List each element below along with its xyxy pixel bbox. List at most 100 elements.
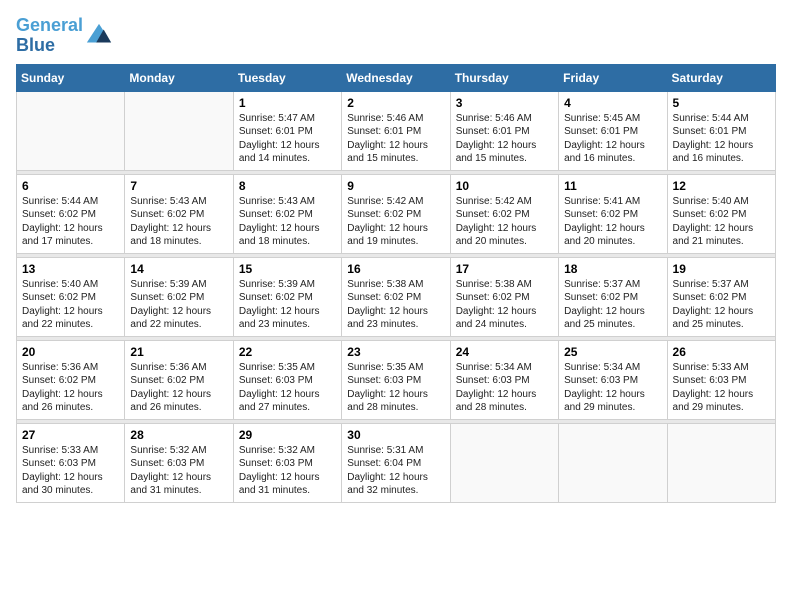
day-number: 17	[456, 262, 553, 276]
calendar-week-row: 20 Sunrise: 5:36 AM Sunset: 6:02 PM Dayli…	[17, 340, 776, 419]
calendar-header-row: SundayMondayTuesdayWednesdayThursdayFrid…	[17, 64, 776, 91]
day-number: 19	[673, 262, 770, 276]
calendar-cell: 22Sunrise: 5:35 AM Sunset: 6:03 PM Dayli…	[233, 340, 341, 419]
day-number: 9	[347, 179, 444, 193]
calendar-cell: 20 Sunrise: 5:36 AM Sunset: 6:02 PM Dayli…	[17, 340, 125, 419]
calendar-cell: 19 Sunrise: 5:37 AM Sunset: 6:02 PM Dayli…	[667, 257, 775, 336]
calendar-cell: 14 Sunrise: 5:39 AM Sunset: 6:02 PM Dayli…	[125, 257, 233, 336]
calendar-cell: 9 Sunrise: 5:42 AM Sunset: 6:02 PM Daylig…	[342, 174, 450, 253]
weekday-header-tuesday: Tuesday	[233, 64, 341, 91]
day-info: Sunrise: 5:33 AM Sunset: 6:03 PM Dayligh…	[673, 361, 770, 415]
weekday-header-saturday: Saturday	[667, 64, 775, 91]
calendar-cell: 30 Sunrise: 5:31 AM Sunset: 6:04 PM Dayli…	[342, 423, 450, 502]
day-number: 20	[22, 345, 119, 359]
logo: GeneralBlue	[16, 16, 113, 56]
day-number: 7	[130, 179, 227, 193]
day-number: 24	[456, 345, 553, 359]
calendar-cell: 24 Sunrise: 5:34 AM Sunset: 6:03 PM Dayli…	[450, 340, 558, 419]
day-number: 28	[130, 428, 227, 442]
day-number: 11	[564, 179, 661, 193]
calendar-cell: 13 Sunrise: 5:40 AM Sunset: 6:02 PM Dayli…	[17, 257, 125, 336]
day-number: 26	[673, 345, 770, 359]
day-info: Sunrise: 5:42 AM Sunset: 6:02 PM Dayligh…	[347, 195, 444, 249]
calendar-week-row: 27Sunrise: 5:33 AM Sunset: 6:03 PM Dayli…	[17, 423, 776, 502]
calendar-cell: 7 Sunrise: 5:43 AM Sunset: 6:02 PM Daylig…	[125, 174, 233, 253]
logo-icon	[85, 22, 113, 50]
calendar-table: SundayMondayTuesdayWednesdayThursdayFrid…	[16, 64, 776, 503]
calendar-cell	[667, 423, 775, 502]
day-number: 4	[564, 96, 661, 110]
day-info: Sunrise: 5:45 AM Sunset: 6:01 PM Dayligh…	[564, 112, 661, 166]
day-number: 5	[673, 96, 770, 110]
calendar-cell: 2 Sunrise: 5:46 AM Sunset: 6:01 PM Daylig…	[342, 91, 450, 170]
calendar-cell: 11 Sunrise: 5:41 AM Sunset: 6:02 PM Dayli…	[559, 174, 667, 253]
calendar-week-row: 1 Sunrise: 5:47 AM Sunset: 6:01 PM Daylig…	[17, 91, 776, 170]
day-number: 29	[239, 428, 336, 442]
day-info: Sunrise: 5:35 AM Sunset: 6:03 PM Dayligh…	[347, 361, 444, 415]
day-info: Sunrise: 5:43 AM Sunset: 6:02 PM Dayligh…	[239, 195, 336, 249]
day-number: 27	[22, 428, 119, 442]
calendar-cell: 15Sunrise: 5:39 AM Sunset: 6:02 PM Dayli…	[233, 257, 341, 336]
day-info: Sunrise: 5:37 AM Sunset: 6:02 PM Dayligh…	[673, 278, 770, 332]
day-info: Sunrise: 5:44 AM Sunset: 6:01 PM Dayligh…	[673, 112, 770, 166]
day-info: Sunrise: 5:37 AM Sunset: 6:02 PM Dayligh…	[564, 278, 661, 332]
calendar-week-row: 13 Sunrise: 5:40 AM Sunset: 6:02 PM Dayli…	[17, 257, 776, 336]
day-number: 23	[347, 345, 444, 359]
day-number: 12	[673, 179, 770, 193]
day-info: Sunrise: 5:40 AM Sunset: 6:02 PM Dayligh…	[673, 195, 770, 249]
day-number: 13	[22, 262, 119, 276]
day-number: 3	[456, 96, 553, 110]
day-info: Sunrise: 5:43 AM Sunset: 6:02 PM Dayligh…	[130, 195, 227, 249]
calendar-cell: 8 Sunrise: 5:43 AM Sunset: 6:02 PM Daylig…	[233, 174, 341, 253]
day-number: 14	[130, 262, 227, 276]
calendar-cell	[559, 423, 667, 502]
calendar-cell	[17, 91, 125, 170]
calendar-cell: 3 Sunrise: 5:46 AM Sunset: 6:01 PM Daylig…	[450, 91, 558, 170]
calendar-cell	[450, 423, 558, 502]
day-info: Sunrise: 5:35 AM Sunset: 6:03 PM Dayligh…	[239, 361, 336, 415]
calendar-cell: 1 Sunrise: 5:47 AM Sunset: 6:01 PM Daylig…	[233, 91, 341, 170]
day-info: Sunrise: 5:46 AM Sunset: 6:01 PM Dayligh…	[347, 112, 444, 166]
day-info: Sunrise: 5:32 AM Sunset: 6:03 PM Dayligh…	[130, 444, 227, 498]
day-info: Sunrise: 5:46 AM Sunset: 6:01 PM Dayligh…	[456, 112, 553, 166]
calendar-cell: 12 Sunrise: 5:40 AM Sunset: 6:02 PM Dayli…	[667, 174, 775, 253]
calendar-cell: 29 Sunrise: 5:32 AM Sunset: 6:03 PM Dayli…	[233, 423, 341, 502]
weekday-header-thursday: Thursday	[450, 64, 558, 91]
calendar-cell: 5 Sunrise: 5:44 AM Sunset: 6:01 PM Daylig…	[667, 91, 775, 170]
day-number: 21	[130, 345, 227, 359]
day-info: Sunrise: 5:32 AM Sunset: 6:03 PM Dayligh…	[239, 444, 336, 498]
day-number: 6	[22, 179, 119, 193]
day-info: Sunrise: 5:47 AM Sunset: 6:01 PM Dayligh…	[239, 112, 336, 166]
day-info: Sunrise: 5:31 AM Sunset: 6:04 PM Dayligh…	[347, 444, 444, 498]
day-number: 25	[564, 345, 661, 359]
logo-text: GeneralBlue	[16, 16, 83, 56]
weekday-header-monday: Monday	[125, 64, 233, 91]
day-info: Sunrise: 5:40 AM Sunset: 6:02 PM Dayligh…	[22, 278, 119, 332]
calendar-cell: 27Sunrise: 5:33 AM Sunset: 6:03 PM Dayli…	[17, 423, 125, 502]
day-number: 10	[456, 179, 553, 193]
day-info: Sunrise: 5:38 AM Sunset: 6:02 PM Dayligh…	[456, 278, 553, 332]
calendar-cell	[125, 91, 233, 170]
calendar-cell: 25 Sunrise: 5:34 AM Sunset: 6:03 PM Dayli…	[559, 340, 667, 419]
day-info: Sunrise: 5:39 AM Sunset: 6:02 PM Dayligh…	[239, 278, 336, 332]
weekday-header-wednesday: Wednesday	[342, 64, 450, 91]
calendar-cell: 16Sunrise: 5:38 AM Sunset: 6:02 PM Dayli…	[342, 257, 450, 336]
calendar-cell: 18 Sunrise: 5:37 AM Sunset: 6:02 PM Dayli…	[559, 257, 667, 336]
calendar-cell: 28 Sunrise: 5:32 AM Sunset: 6:03 PM Dayli…	[125, 423, 233, 502]
day-info: Sunrise: 5:36 AM Sunset: 6:02 PM Dayligh…	[22, 361, 119, 415]
day-number: 1	[239, 96, 336, 110]
day-info: Sunrise: 5:36 AM Sunset: 6:02 PM Dayligh…	[130, 361, 227, 415]
day-number: 30	[347, 428, 444, 442]
day-number: 8	[239, 179, 336, 193]
day-info: Sunrise: 5:34 AM Sunset: 6:03 PM Dayligh…	[564, 361, 661, 415]
day-info: Sunrise: 5:39 AM Sunset: 6:02 PM Dayligh…	[130, 278, 227, 332]
day-info: Sunrise: 5:34 AM Sunset: 6:03 PM Dayligh…	[456, 361, 553, 415]
calendar-cell: 17 Sunrise: 5:38 AM Sunset: 6:02 PM Dayli…	[450, 257, 558, 336]
day-number: 2	[347, 96, 444, 110]
calendar-cell: 23 Sunrise: 5:35 AM Sunset: 6:03 PM Dayli…	[342, 340, 450, 419]
day-info: Sunrise: 5:41 AM Sunset: 6:02 PM Dayligh…	[564, 195, 661, 249]
day-number: 18	[564, 262, 661, 276]
calendar-cell: 6Sunrise: 5:44 AM Sunset: 6:02 PM Daylig…	[17, 174, 125, 253]
calendar-week-row: 6Sunrise: 5:44 AM Sunset: 6:02 PM Daylig…	[17, 174, 776, 253]
calendar-cell: 4 Sunrise: 5:45 AM Sunset: 6:01 PM Daylig…	[559, 91, 667, 170]
